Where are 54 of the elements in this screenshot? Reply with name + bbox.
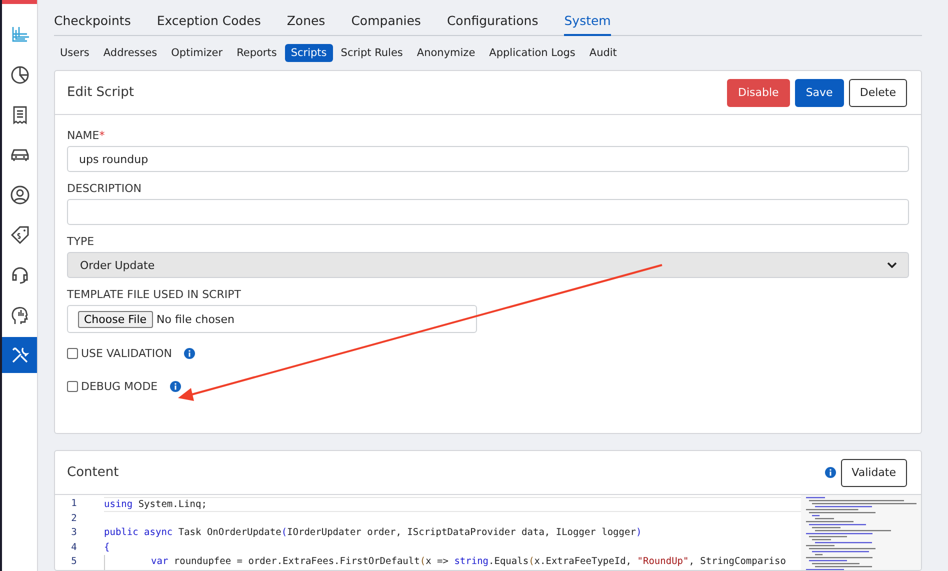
info-icon[interactable] <box>184 348 195 359</box>
subtab[interactable]: Reports <box>230 44 283 62</box>
checkbox-label: DEBUG MODE <box>81 380 158 393</box>
field-label: NAME <box>67 129 100 142</box>
code-line: using System.Linq; <box>104 498 207 510</box>
subtab[interactable]: Users <box>54 44 96 62</box>
card-title: Content <box>67 465 119 480</box>
subtab[interactable]: Audit <box>583 44 623 62</box>
tab[interactable]: Exception Codes <box>156 11 261 36</box>
code-line: var roundupfee = order.ExtraFees.FirstOrDefault(x => string.Equals(x.ExtraFeeTypeId, "RoundUp", StringCompariso <box>151 555 786 569</box>
checkbox[interactable] <box>67 381 78 392</box>
button[interactable]: Disable <box>727 78 790 106</box>
line-number: 1 <box>70 497 78 511</box>
subtab[interactable]: Addresses <box>97 44 164 62</box>
user-icon <box>8 184 30 206</box>
file-field[interactable]: Choose File No file chosen <box>67 305 477 333</box>
sidebar-item[interactable] <box>2 337 37 373</box>
code-line: { <box>104 540 110 554</box>
card-title: Edit Script <box>67 85 134 100</box>
info-icon[interactable] <box>824 467 836 478</box>
tab[interactable]: System <box>564 11 611 36</box>
subtab[interactable]: Optimizer <box>165 44 229 62</box>
info-icon[interactable] <box>170 381 181 392</box>
subtab[interactable]: Anonymize <box>410 44 482 62</box>
required-mark: * <box>99 129 105 142</box>
file-name: No file chosen <box>156 312 234 326</box>
field-label: TEMPLATE FILE USED IN SCRIPT <box>67 288 241 301</box>
tab[interactable]: Configurations <box>446 11 538 36</box>
button[interactable]: Delete <box>848 78 907 106</box>
input-field[interactable]: ups roundup <box>67 146 909 172</box>
line-number: 5 <box>70 555 78 569</box>
validate-button[interactable]: Validate <box>840 458 907 486</box>
checkbox[interactable] <box>67 348 78 359</box>
field-label: DESCRIPTION <box>67 182 142 195</box>
price-tag-icon <box>8 224 30 246</box>
line-number: 4 <box>70 540 78 554</box>
line-number: 2 <box>70 512 78 526</box>
code-line: public async Task OnOrderUpdate(IOrderUpdater order, IScriptDataProvider data, ILogger logger) <box>104 526 642 540</box>
field-label: TYPE <box>67 235 94 248</box>
head-chart-icon <box>8 304 30 326</box>
subtab[interactable]: Script Rules <box>334 44 409 62</box>
subtab[interactable]: Scripts <box>284 44 333 62</box>
button[interactable]: Save <box>794 78 844 106</box>
choose-file-button[interactable]: Choose File <box>78 310 153 328</box>
tab[interactable]: Checkpoints <box>54 11 131 36</box>
tab[interactable]: Zones <box>286 11 326 36</box>
pie-chart-icon <box>8 64 30 86</box>
checkbox-label: USE VALIDATION <box>81 347 172 360</box>
chevron-icon <box>887 262 897 268</box>
line-number: 3 <box>70 526 78 540</box>
subtab[interactable]: Application Logs <box>483 44 582 62</box>
input-field[interactable] <box>67 199 909 225</box>
minimap-drawing[interactable] <box>801 495 921 570</box>
tab[interactable]: Companies <box>351 11 421 36</box>
